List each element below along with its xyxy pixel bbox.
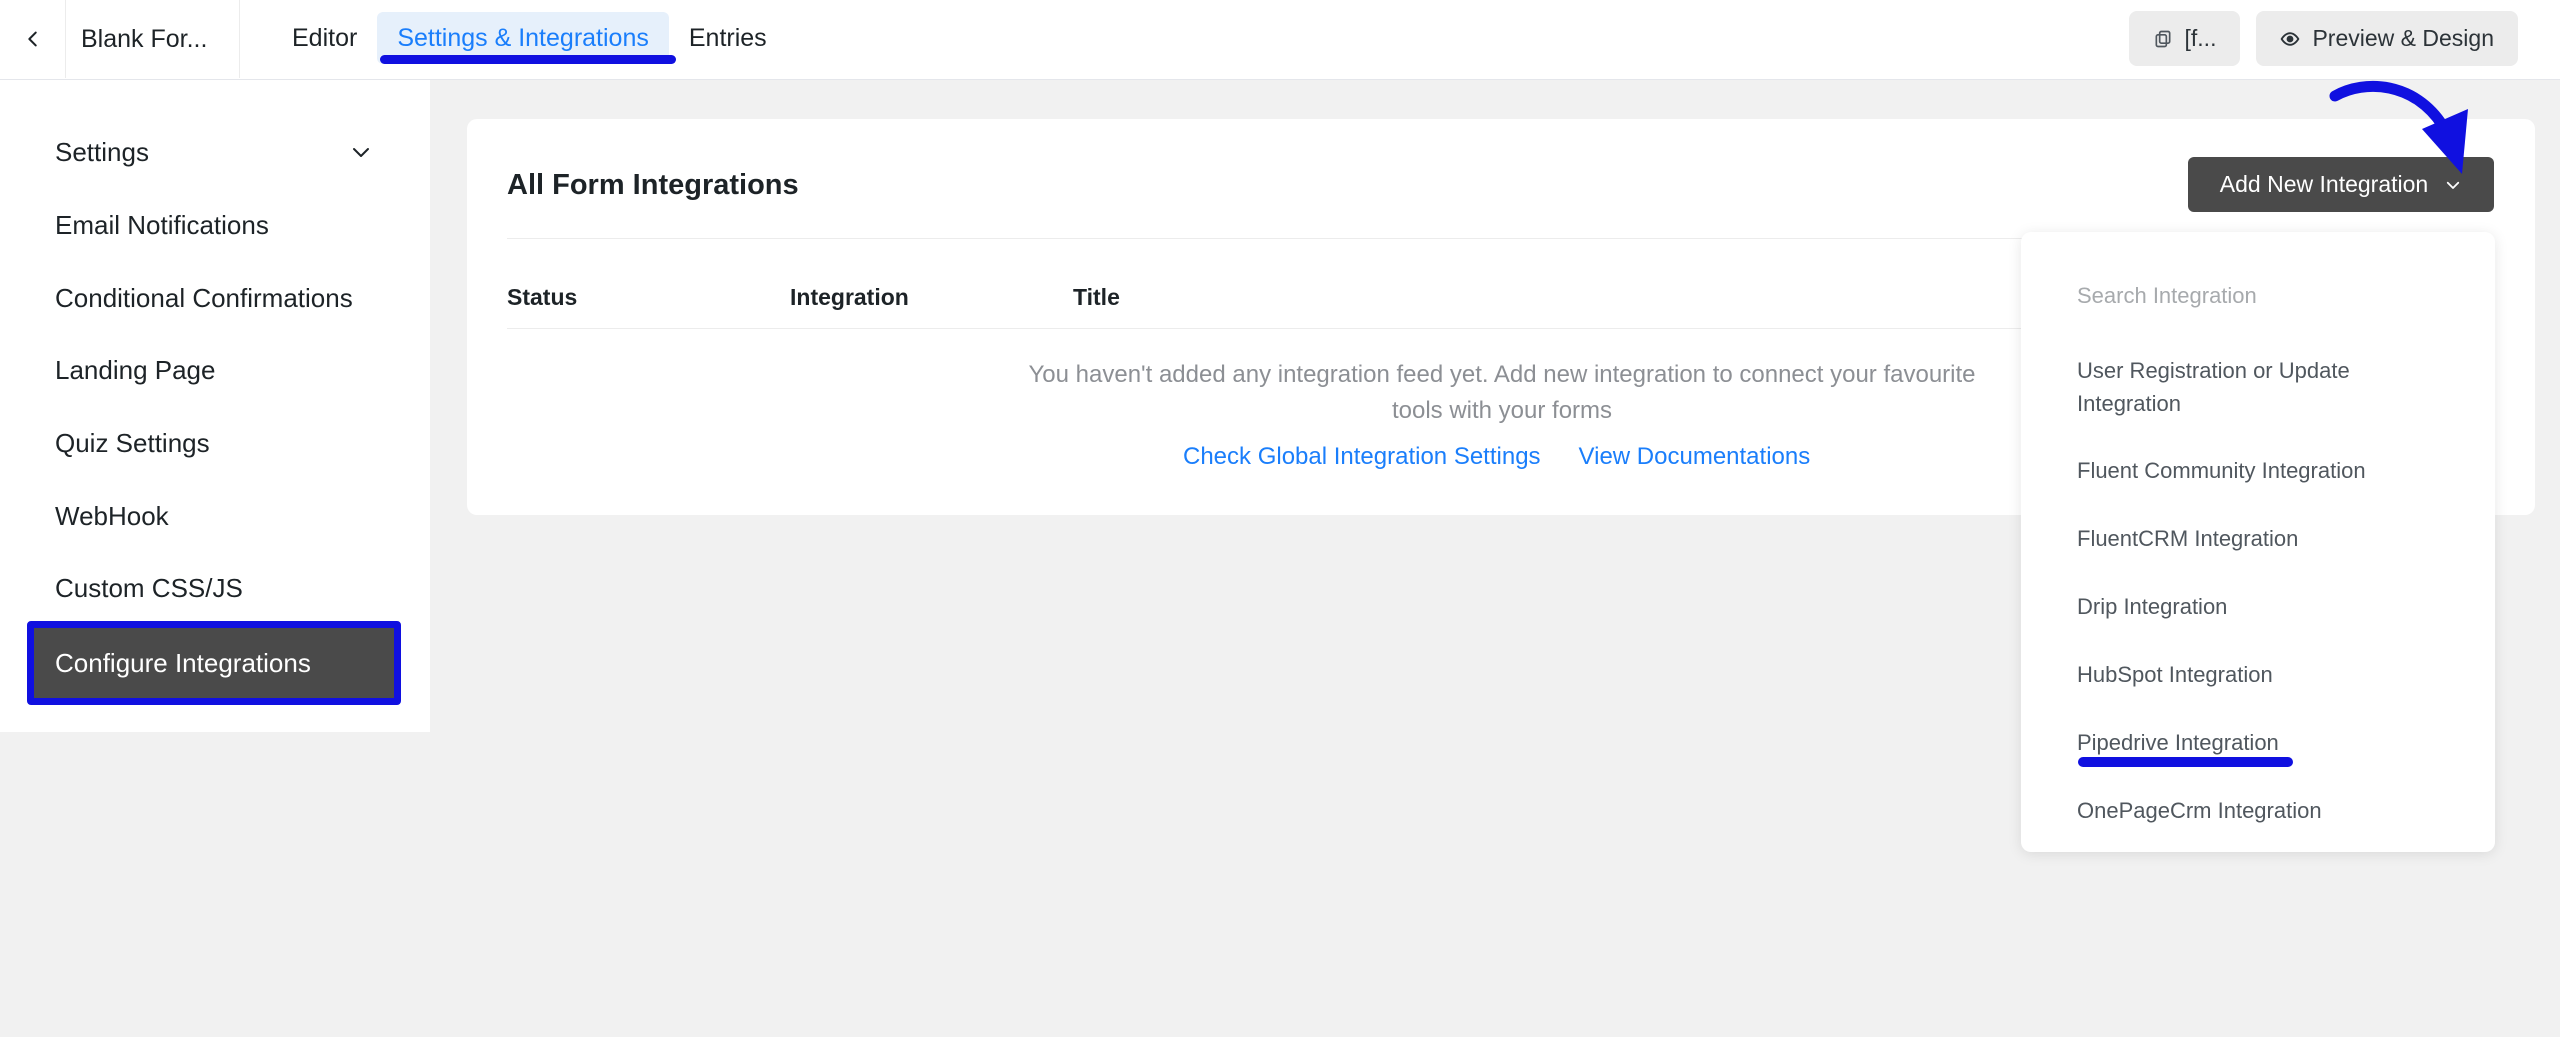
- sidebar-item-label: WebHook: [55, 500, 169, 531]
- preview-design-label: Preview & Design: [2312, 25, 2494, 51]
- preview-design-button[interactable]: Preview & Design: [2256, 11, 2518, 66]
- column-header-title: Title: [1073, 284, 1120, 310]
- eye-icon: [2281, 31, 2300, 46]
- global-integration-settings-link[interactable]: Check Global Integration Settings: [1183, 443, 1541, 471]
- tab-entries[interactable]: Entries: [669, 12, 787, 64]
- tab-editor[interactable]: Editor: [272, 12, 377, 64]
- back-button[interactable]: [0, 0, 66, 78]
- sidebar-item-label: Custom CSS/JS: [55, 572, 243, 603]
- annotation-underline-tab: [380, 55, 676, 64]
- shortcode-label: [f...: [2184, 25, 2217, 51]
- page-title: All Form Integrations: [507, 169, 799, 201]
- shortcode-button[interactable]: [f...: [2128, 11, 2241, 66]
- annotation-underline-pipedrive: [2078, 757, 2293, 767]
- dropdown-item-onepagecrm[interactable]: OnePageCrm Integration: [2077, 794, 2477, 827]
- dropdown-item-pipedrive[interactable]: Pipedrive Integration: [2077, 726, 2477, 759]
- chevron-down-icon: [353, 148, 369, 157]
- sidebar-item-label: Conditional Confirmations: [55, 282, 353, 313]
- view-documentations-link[interactable]: View Documentations: [1579, 443, 1811, 471]
- sidebar-item-settings[interactable]: Settings: [27, 116, 401, 188]
- empty-state-links: Check Global Integration Settings View D…: [1183, 443, 1810, 471]
- sidebar-item-label: Configure Integrations: [55, 647, 311, 678]
- settings-sidebar: Settings Email Notifications Conditional…: [0, 80, 430, 732]
- chevron-left-icon: [27, 31, 37, 47]
- sidebar-item-webhook[interactable]: WebHook: [27, 480, 401, 552]
- sidebar-item-label: Settings: [55, 136, 149, 167]
- column-header-status: Status: [507, 284, 578, 310]
- sidebar-item-label: Quiz Settings: [55, 427, 210, 458]
- sidebar-item-conditional-confirmations[interactable]: Conditional Confirmations: [27, 262, 401, 334]
- sidebar-item-quiz-settings[interactable]: Quiz Settings: [27, 407, 401, 479]
- sidebar-item-configure-integrations[interactable]: Configure Integrations: [27, 621, 401, 705]
- dropdown-item-fluentcrm[interactable]: FluentCRM Integration: [2077, 522, 2477, 555]
- sidebar-item-label: Landing Page: [55, 354, 216, 385]
- sidebar-item-landing-page[interactable]: Landing Page: [27, 334, 401, 406]
- copy-icon: [2155, 30, 2171, 47]
- top-bar: Blank For... Editor Settings & Integrati…: [0, 0, 2560, 80]
- sidebar-item-email-notifications[interactable]: Email Notifications: [27, 189, 401, 261]
- sidebar-item-custom-css-js[interactable]: Custom CSS/JS: [27, 552, 401, 624]
- dropdown-item-user-registration[interactable]: User Registration or Update Integration: [2077, 354, 2397, 420]
- dropdown-item-drip[interactable]: Drip Integration: [2077, 590, 2477, 623]
- search-integration-input[interactable]: [2077, 276, 2457, 316]
- sidebar-item-label: Email Notifications: [55, 209, 269, 240]
- top-right-actions: [f... Preview & Design: [2128, 11, 2518, 66]
- dropdown-item-hubspot[interactable]: HubSpot Integration: [2077, 658, 2477, 691]
- column-header-integration: Integration: [790, 284, 909, 310]
- empty-state-message: You haven't added any integration feed y…: [1028, 361, 1976, 424]
- form-name[interactable]: Blank For...: [66, 0, 240, 78]
- annotation-arrow-icon: [2329, 80, 2468, 174]
- dropdown-item-fluent-community[interactable]: Fluent Community Integration: [2077, 454, 2477, 487]
